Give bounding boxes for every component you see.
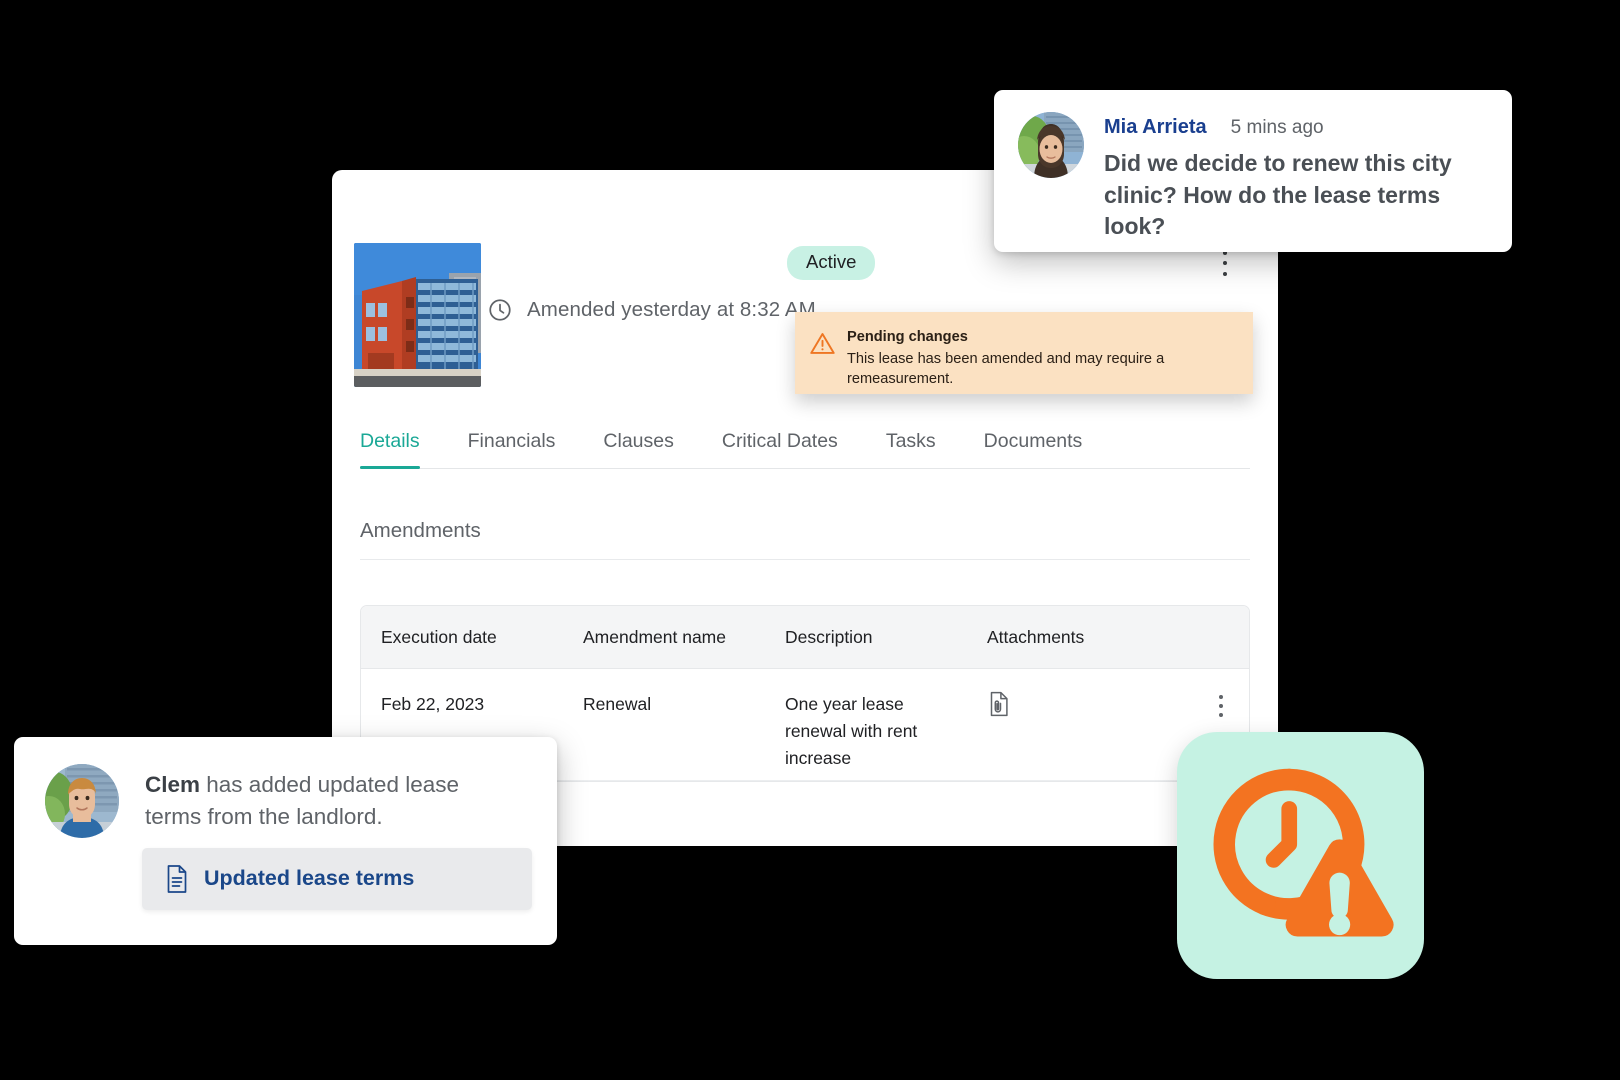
- tab-bar: Details Financials Clauses Critical Date…: [360, 410, 1250, 469]
- avatar-clem: [45, 764, 119, 838]
- status-badge: Active: [787, 246, 876, 280]
- column-header-amendment-name: Amendment name: [583, 626, 726, 647]
- row-overflow-menu-icon[interactable]: [1211, 693, 1231, 719]
- section-heading-amendments: Amendments: [360, 519, 1250, 560]
- pending-banner-body: This lease has been amended and may requ…: [847, 350, 1165, 388]
- notification-card: Clem has added updated lease terms from …: [14, 737, 557, 945]
- tab-critical-dates[interactable]: Critical Dates: [722, 430, 838, 468]
- clock-with-warning-icon: [1203, 758, 1399, 954]
- tab-clauses[interactable]: Clauses: [603, 430, 673, 468]
- amended-timestamp-row: Amended yesterday at 8:32 AM: [487, 297, 816, 323]
- warning-triangle-icon: [809, 328, 836, 362]
- cell-amendment-name: Renewal: [583, 694, 652, 714]
- comment-timestamp: 5 mins ago: [1230, 117, 1324, 138]
- notification-message: Clem has added updated lease terms from …: [145, 769, 515, 833]
- alert-tile: [1177, 732, 1424, 979]
- amended-timestamp-text: Amended yesterday at 8:32 AM: [527, 298, 816, 321]
- pending-changes-banner: Pending changes This lease has been amen…: [795, 312, 1253, 394]
- comment-message: Did we decide to renew this city clinic?…: [1104, 150, 1452, 239]
- attachment-label: Updated lease terms: [204, 866, 415, 891]
- document-icon: [164, 864, 189, 894]
- clock-icon: [487, 297, 513, 323]
- attachment-document-icon[interactable]: [987, 691, 1169, 717]
- avatar-mia: [1018, 112, 1084, 178]
- tab-documents[interactable]: Documents: [984, 430, 1083, 468]
- column-header-attachments: Attachments: [987, 626, 1085, 647]
- column-header-execution-date: Execution date: [381, 626, 497, 647]
- notification-actor: Clem: [145, 772, 201, 797]
- comment-author: Mia Arrieta: [1104, 116, 1207, 138]
- attachment-chip[interactable]: Updated lease terms: [142, 847, 532, 910]
- cell-description: One year lease renewal with rent increas…: [785, 694, 918, 769]
- panel-overflow-menu-icon[interactable]: [1214, 248, 1236, 278]
- pending-banner-title: Pending changes: [847, 329, 968, 345]
- tab-financials[interactable]: Financials: [468, 430, 556, 468]
- table-header-row: Execution date Amendment name Descriptio…: [361, 606, 1249, 669]
- tab-tasks[interactable]: Tasks: [886, 430, 936, 468]
- cell-attachments[interactable]: [967, 691, 1169, 780]
- column-header-description: Description: [785, 626, 873, 647]
- tab-details[interactable]: Details: [360, 430, 420, 469]
- comment-card: Mia Arrieta 5 mins ago Did we decide to …: [994, 90, 1512, 252]
- building-thumbnail[interactable]: [354, 243, 481, 387]
